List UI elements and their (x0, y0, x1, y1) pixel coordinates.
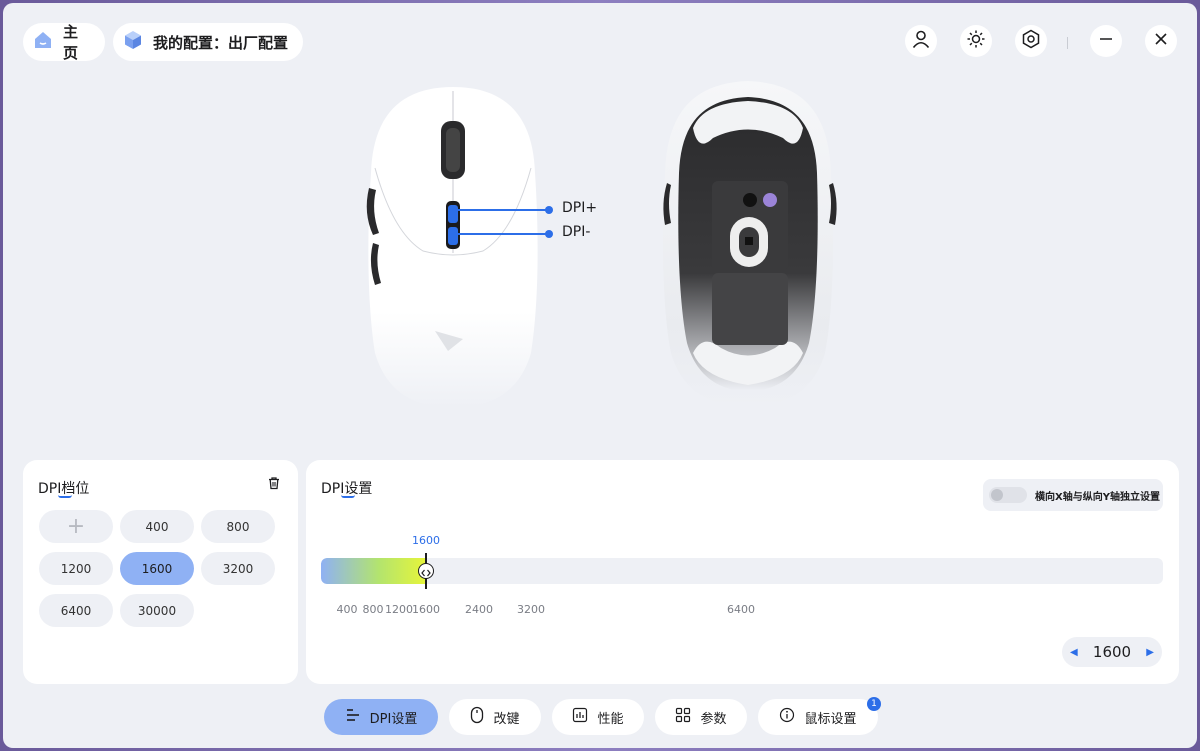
decrease-arrow-icon[interactable]: ◀ (1070, 647, 1078, 658)
xy-independent-toggle[interactable] (989, 487, 1027, 503)
app-window: 主页 我的配置：出厂配置 DPI+ DPI- DPI档位 + 400 800 1… (3, 3, 1197, 748)
chart-icon (572, 707, 588, 727)
tick-400: 400 (336, 603, 358, 616)
grid-icon (675, 707, 691, 727)
tab-performance[interactable]: 性能 (552, 699, 644, 735)
add-dpi-button[interactable]: + (39, 510, 113, 543)
info-icon (779, 707, 795, 727)
mouse-bottom-view (663, 81, 837, 407)
dpi-plus-label: DPI+ (562, 200, 598, 216)
xy-independent-label: 横向X轴与纵向Y轴独立设置 (1035, 491, 1160, 503)
stepper-value[interactable]: 1600 (1093, 643, 1131, 661)
tick-1600: 1600 (412, 603, 440, 616)
tab-dpi-settings[interactable]: DPI设置 (324, 699, 438, 735)
dpi-settings-title: DPI设置 (321, 478, 372, 498)
title-underline (341, 495, 355, 498)
dpi-slider-track[interactable] (321, 558, 1163, 584)
dpi-minus-label: DPI- (562, 224, 591, 240)
tab-parameters-label: 参数 (700, 711, 727, 727)
toggle-knob (991, 489, 1003, 501)
tick-3200: 3200 (517, 603, 545, 616)
notification-badge: 1 (867, 697, 881, 711)
dpi-stepper: ◀ 1600 ▶ (1062, 637, 1162, 667)
tab-performance-label: 性能 (597, 711, 624, 727)
slider-value-label: 1600 (412, 534, 440, 547)
tab-mouse-settings[interactable]: 鼠标设置 (758, 699, 878, 735)
mouse-illustration (366, 81, 837, 408)
title-underline (58, 495, 72, 498)
dpi-chip-400[interactable]: 400 (120, 510, 194, 543)
dpi-chip-30000[interactable]: 30000 (120, 594, 194, 627)
tick-1200: 1200 (385, 603, 413, 616)
mouse-icon (470, 706, 484, 728)
tab-dpi-settings-label: DPI设置 (369, 711, 418, 727)
plus-icon: + (66, 514, 86, 539)
dpi-chip-1600[interactable]: 1600 (120, 552, 194, 585)
dpi-chip-1200[interactable]: 1200 (39, 552, 113, 585)
code-arrows-icon (421, 562, 431, 581)
tick-2400: 2400 (465, 603, 493, 616)
delete-button[interactable] (267, 475, 281, 494)
xy-independent-setting: 横向X轴与纵向Y轴独立设置 (983, 479, 1163, 511)
trash-icon (267, 475, 281, 494)
tab-remap-label: 改键 (493, 711, 520, 727)
dpi-slider-fill (321, 558, 426, 584)
tick-6400: 6400 (727, 603, 755, 616)
increase-arrow-icon[interactable]: ▶ (1146, 647, 1154, 658)
dpi-chip-3200[interactable]: 3200 (201, 552, 275, 585)
dpi-slider-thumb[interactable] (418, 563, 434, 579)
dpi-minus-callout-dot (545, 230, 553, 238)
tab-remap[interactable]: 改键 (449, 699, 541, 735)
bars-icon (345, 707, 361, 727)
mouse-top-view (366, 87, 538, 408)
dpi-levels-title: DPI档位 (38, 478, 89, 498)
dpi-chip-800[interactable]: 800 (201, 510, 275, 543)
dpi-chip-6400[interactable]: 6400 (39, 594, 113, 627)
tab-parameters[interactable]: 参数 (655, 699, 747, 735)
tick-800: 800 (362, 603, 384, 616)
tab-mouse-settings-label: 鼠标设置 (804, 711, 857, 727)
dpi-plus-callout-dot (545, 206, 553, 214)
